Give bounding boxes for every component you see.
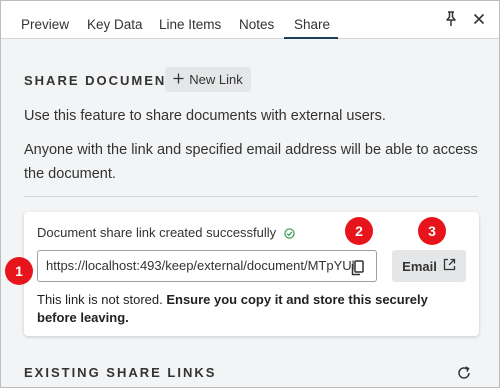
callout-badge-2: 2 [345, 217, 373, 245]
tab-bar: Preview Key Data Line Items Notes Share [1, 1, 499, 39]
callout-badge-1: 1 [5, 257, 33, 285]
share-panel: Preview Key Data Line Items Notes Share … [0, 0, 500, 388]
success-text: Document share link created successfully [37, 225, 277, 240]
storage-warning-plain: This link is not stored. [37, 292, 167, 307]
share-link-card: Document share link created successfully… [24, 212, 479, 336]
tab-notes[interactable]: Notes [239, 17, 274, 32]
refresh-icon[interactable] [456, 365, 472, 381]
share-link-field[interactable]: https://localhost:493/keep/external/docu… [37, 250, 377, 282]
tab-key-data[interactable]: Key Data [87, 17, 143, 32]
external-link-icon [443, 258, 456, 274]
share-document-heading: SHARE DOCUMENT [24, 73, 177, 88]
copy-icon[interactable] [347, 256, 369, 278]
check-circle-icon [284, 227, 295, 242]
pin-icon[interactable] [442, 10, 460, 28]
share-access-note: Anyone with the link and specified email… [24, 142, 478, 182]
tab-share[interactable]: Share [294, 17, 330, 32]
success-message: Document share link created successfully [37, 225, 295, 242]
section-divider [24, 196, 478, 197]
tab-line-items[interactable]: Line Items [159, 17, 221, 32]
new-link-button[interactable]: New Link [165, 67, 251, 92]
new-link-label: New Link [189, 72, 243, 87]
email-label: Email [402, 258, 437, 274]
storage-warning: This link is not stored. Ensure you copy… [37, 291, 467, 327]
plus-icon [173, 72, 184, 87]
existing-links-heading: EXISTING SHARE LINKS [24, 365, 217, 380]
close-icon[interactable] [470, 10, 488, 28]
share-link-value: https://localhost:493/keep/external/docu… [46, 258, 355, 273]
share-content: SHARE DOCUMENT New Link Use this feature… [1, 40, 499, 387]
active-tab-indicator [284, 37, 338, 39]
tab-preview[interactable]: Preview [21, 17, 69, 32]
callout-badge-3: 3 [418, 217, 446, 245]
email-button[interactable]: Email [392, 250, 466, 282]
share-intro-text: Use this feature to share documents with… [24, 108, 386, 124]
